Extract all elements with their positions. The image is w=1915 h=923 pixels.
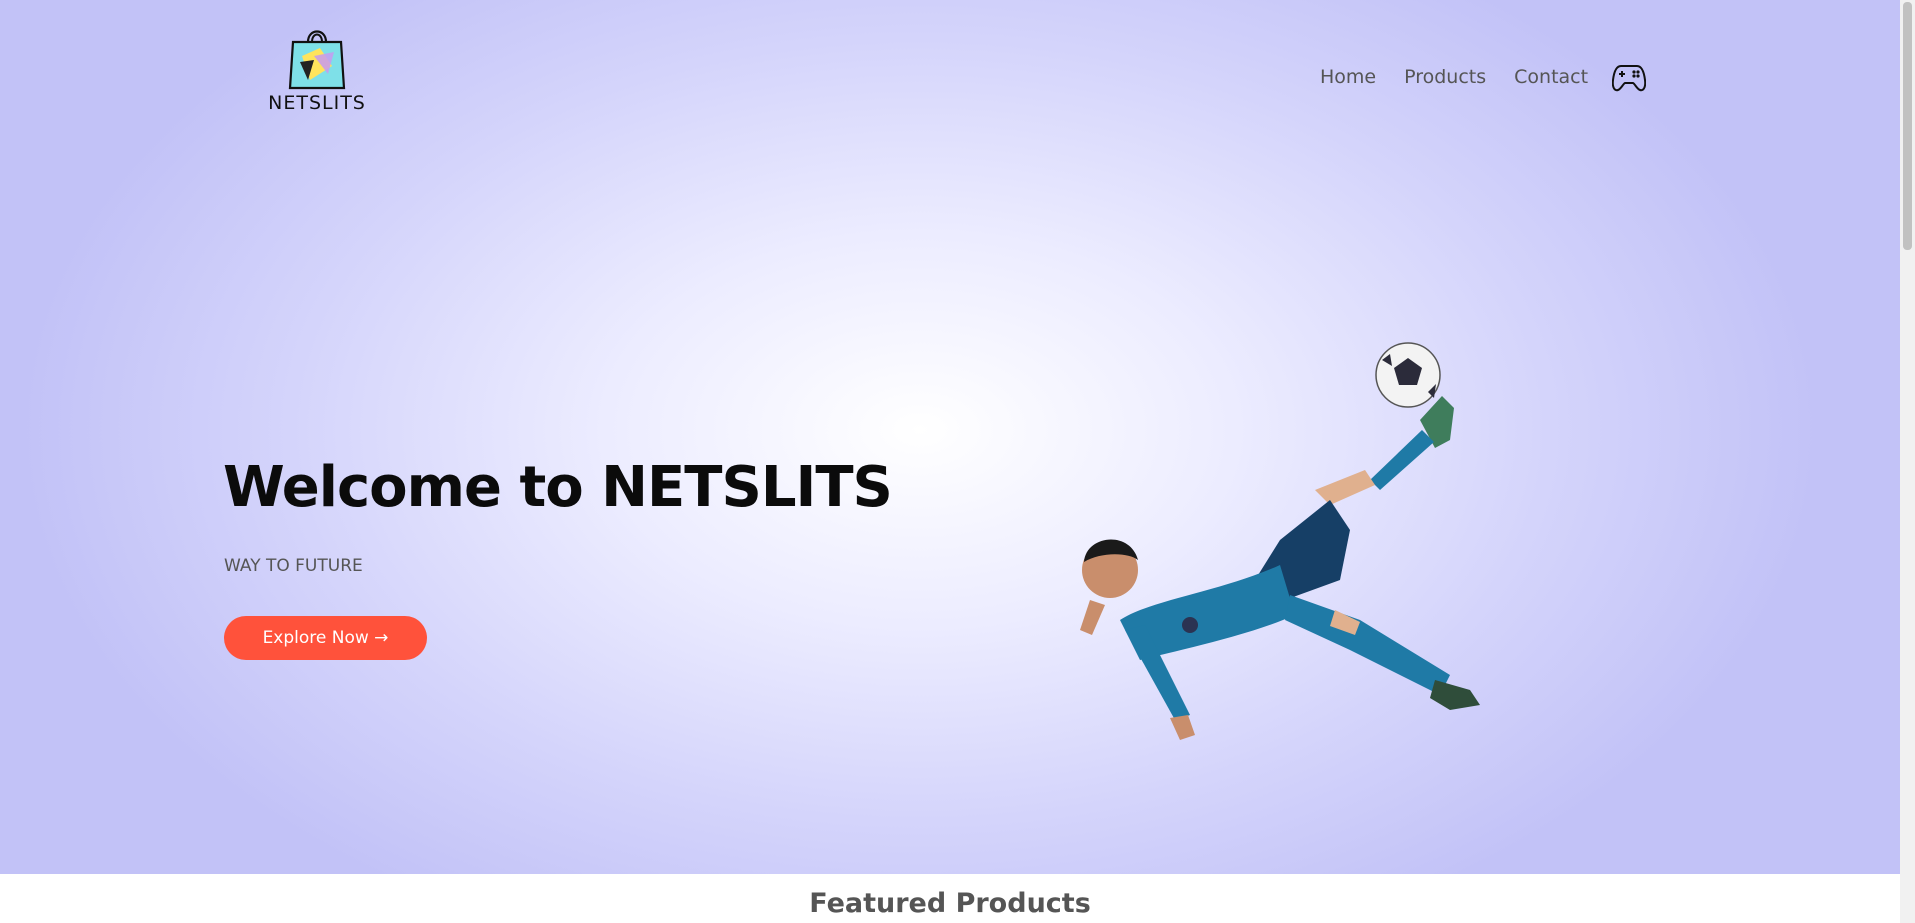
page: NETSLITS Home Products Contact Welcome t… bbox=[0, 0, 1900, 923]
scrollbar-thumb[interactable] bbox=[1903, 2, 1912, 250]
explore-now-button[interactable]: Explore Now → bbox=[224, 616, 427, 660]
page-scrollbar[interactable] bbox=[1900, 0, 1915, 923]
nav-home-link[interactable]: Home bbox=[1320, 66, 1376, 88]
main-nav: Home Products Contact bbox=[1320, 66, 1588, 88]
shopping-bag-logo-icon bbox=[288, 30, 346, 90]
hero-title: Welcome to NETSLITS bbox=[223, 455, 893, 520]
hero-subtitle: WAY TO FUTURE bbox=[224, 556, 363, 576]
hero-section: NETSLITS Home Products Contact Welcome t… bbox=[0, 0, 1900, 874]
soccer-ball-icon bbox=[1375, 342, 1441, 408]
featured-products-heading: Featured Products bbox=[809, 888, 1091, 919]
brand-name: NETSLITS bbox=[268, 92, 366, 114]
nav-contact-link[interactable]: Contact bbox=[1514, 66, 1588, 88]
nav-products-link[interactable]: Products bbox=[1404, 66, 1486, 88]
gamepad-icon[interactable] bbox=[1612, 60, 1646, 94]
hero-footballer-image bbox=[1080, 342, 1480, 740]
brand-logo[interactable]: NETSLITS bbox=[258, 26, 376, 118]
